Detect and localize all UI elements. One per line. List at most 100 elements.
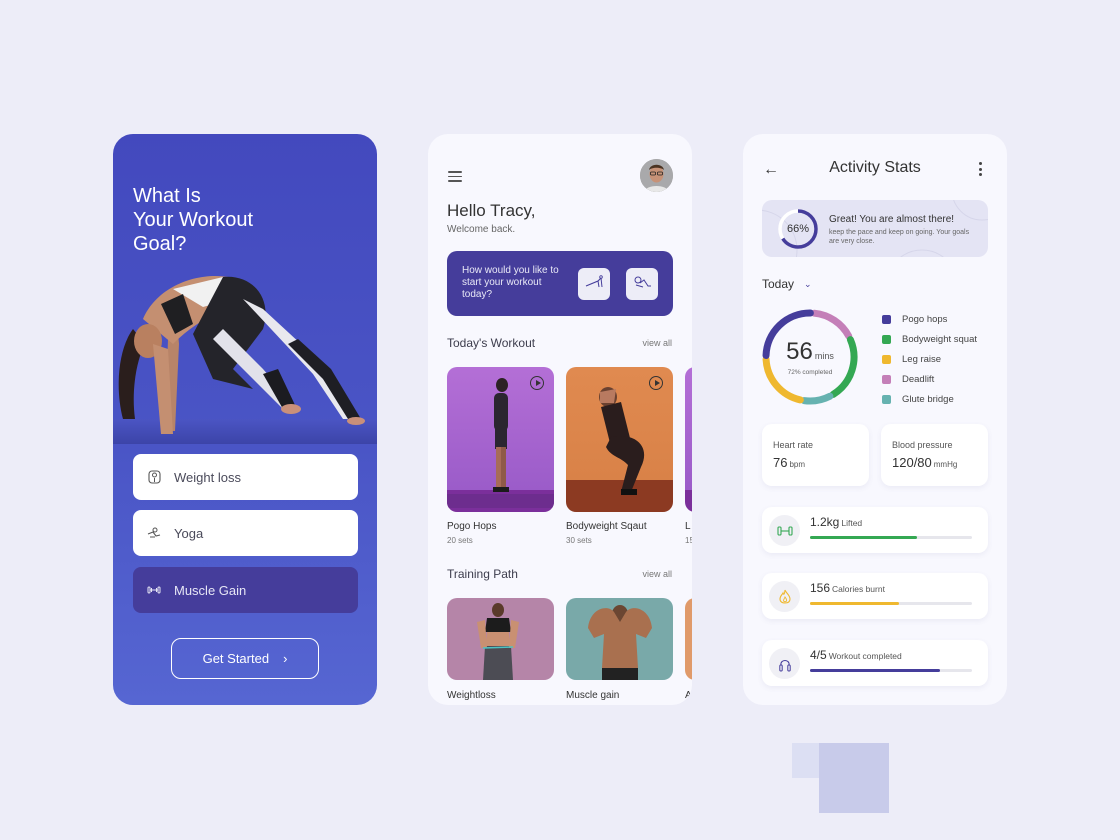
yoga-icon (147, 526, 161, 540)
workout-name: Bodyweight Sqaut (566, 521, 647, 532)
situp-icon (632, 275, 652, 294)
workout-card-partial[interactable] (685, 367, 692, 512)
goal-option-label: Weight loss (174, 469, 241, 485)
blood-pressure-card[interactable]: Blood pressure 120/80 mmHg (881, 424, 988, 486)
situp-option-button[interactable] (626, 268, 658, 300)
legend-swatch (882, 394, 891, 404)
lifted-progress-card[interactable]: 1.2kg Lifted (762, 507, 988, 553)
workout-card-pogo-hops[interactable] (447, 367, 554, 512)
legend-item: Leg raise (882, 349, 977, 369)
workout-sets: 30 sets (566, 536, 592, 545)
workout-sets: 20 sets (447, 536, 473, 545)
training-card-weightloss[interactable] (447, 598, 554, 680)
hero-athlete-image (113, 275, 377, 444)
vital-label: Heart rate (773, 440, 814, 450)
total-minutes: 56 mins (786, 337, 834, 369)
more-options-icon[interactable] (979, 162, 983, 179)
progress-label: Lifted (841, 518, 863, 528)
training-name: Muscle gain (566, 690, 620, 701)
calories-progress-card[interactable]: 156 Calories burnt (762, 573, 988, 619)
workout-name: L (685, 521, 691, 532)
legend-label: Glute bridge (902, 393, 954, 405)
banner-headline: Great! You are almost there! (829, 214, 955, 225)
legend-swatch (882, 374, 891, 384)
activity-stats-screen: ← Activity Stats 66% Great! You are almo… (743, 134, 1007, 705)
weightloss-image (477, 603, 519, 680)
vital-value: 120/80 mmHg (892, 455, 957, 470)
legend-item: Pogo hops (882, 309, 977, 329)
dumbbell-icon (147, 583, 161, 597)
progress-value: 1.2kg (810, 515, 840, 529)
goal-option-muscle-gain[interactable]: Muscle Gain (133, 567, 358, 613)
progress-track (810, 602, 972, 605)
workout-card-bodyweight-squat[interactable] (566, 367, 673, 512)
completion-percent: 72% completed (787, 368, 833, 376)
vital-unit: bpm (789, 460, 806, 469)
chevron-right-icon: › (283, 651, 288, 666)
legend-swatch (882, 334, 891, 344)
decor-square-dark (819, 743, 889, 813)
goal-title-line: Your Workout (133, 209, 254, 231)
progress-value: 156 (810, 581, 831, 595)
home-screen: Hello Tracy, Welcome back. How would you… (428, 134, 692, 705)
goal-progress-percent: 66% (786, 223, 810, 235)
pushup-option-button[interactable] (578, 268, 610, 300)
training-name: A (685, 690, 692, 701)
total-minutes-value: 56 (786, 337, 813, 365)
goal-option-label: Yoga (174, 525, 204, 541)
progress-fill (810, 602, 900, 605)
goal-title-line: What Is (133, 185, 201, 207)
goal-option-yoga[interactable]: Yoga (133, 510, 358, 556)
donut-center: 56 mins 72% completed (758, 305, 862, 409)
legend-item: Glute bridge (882, 389, 977, 409)
page-title: Activity Stats (829, 159, 921, 176)
progress-value: 4/5 (810, 648, 827, 662)
vital-number: 120/80 (892, 455, 932, 470)
greeting: Hello Tracy, (447, 201, 536, 220)
prompt-text: How would you like to start your workout… (462, 265, 559, 300)
legend-label: Deadlift (902, 373, 935, 385)
play-icon[interactable] (530, 376, 544, 390)
vital-unit: mmHg (933, 460, 958, 469)
play-icon[interactable] (649, 376, 663, 390)
chart-legend: Pogo hops Bodyweight squat Leg raise Dea… (882, 309, 977, 409)
banner-message: keep the pace and keep on going. Your go… (829, 229, 970, 245)
heart-rate-card[interactable]: Heart rate 76 bpm (762, 424, 869, 486)
goal-title: What Is Your Workout Goal? (133, 184, 253, 256)
progress-fill (810, 536, 917, 539)
todays-workout-heading: Today's Workout (447, 336, 536, 350)
vital-number: 76 (773, 455, 788, 470)
workouts-progress-card[interactable]: 4/5 Workout completed (762, 640, 988, 686)
dumbbell-icon (769, 515, 800, 546)
training-card-muscle-gain[interactable] (566, 598, 673, 680)
chevron-down-icon: ⌄ (804, 278, 812, 289)
workout-name: Pogo Hops (447, 521, 497, 532)
vital-label: Blood pressure (892, 440, 953, 450)
flame-icon (769, 581, 800, 612)
total-minutes-unit: mins (814, 350, 834, 361)
training-path-heading: Training Path (447, 567, 518, 581)
workout-start-prompt: How would you like to start your workout… (447, 251, 673, 316)
get-started-button[interactable]: Get Started › (171, 638, 319, 679)
training-path-view-all-link[interactable]: view all (642, 569, 672, 579)
goal-title-line: Goal? (133, 233, 187, 255)
user-avatar[interactable] (640, 159, 673, 192)
goal-screen: What Is Your Workout Goal? Weight loss Y… (113, 134, 377, 705)
goal-option-label: Muscle Gain (174, 582, 247, 598)
vital-value: 76 bpm (773, 455, 805, 470)
progress-label: Calories burnt (832, 584, 885, 594)
todays-workout-view-all-link[interactable]: view all (642, 338, 672, 348)
hamburger-menu-icon[interactable] (448, 171, 462, 185)
legend-label: Leg raise (902, 353, 942, 365)
period-dropdown[interactable]: Today ⌄ (762, 277, 812, 291)
workout-sets: 15 (685, 536, 692, 545)
goal-option-weight-loss[interactable]: Weight loss (133, 454, 358, 500)
progress-track (810, 536, 972, 539)
progress-label: Workout completed (828, 651, 902, 661)
scale-icon (147, 470, 161, 484)
training-card-partial[interactable] (685, 598, 692, 680)
progress-title: 4/5 Workout completed (810, 648, 902, 662)
legend-label: Bodyweight squat (902, 333, 977, 345)
progress-track (810, 669, 972, 672)
welcome-subtitle: Welcome back. (447, 224, 516, 235)
